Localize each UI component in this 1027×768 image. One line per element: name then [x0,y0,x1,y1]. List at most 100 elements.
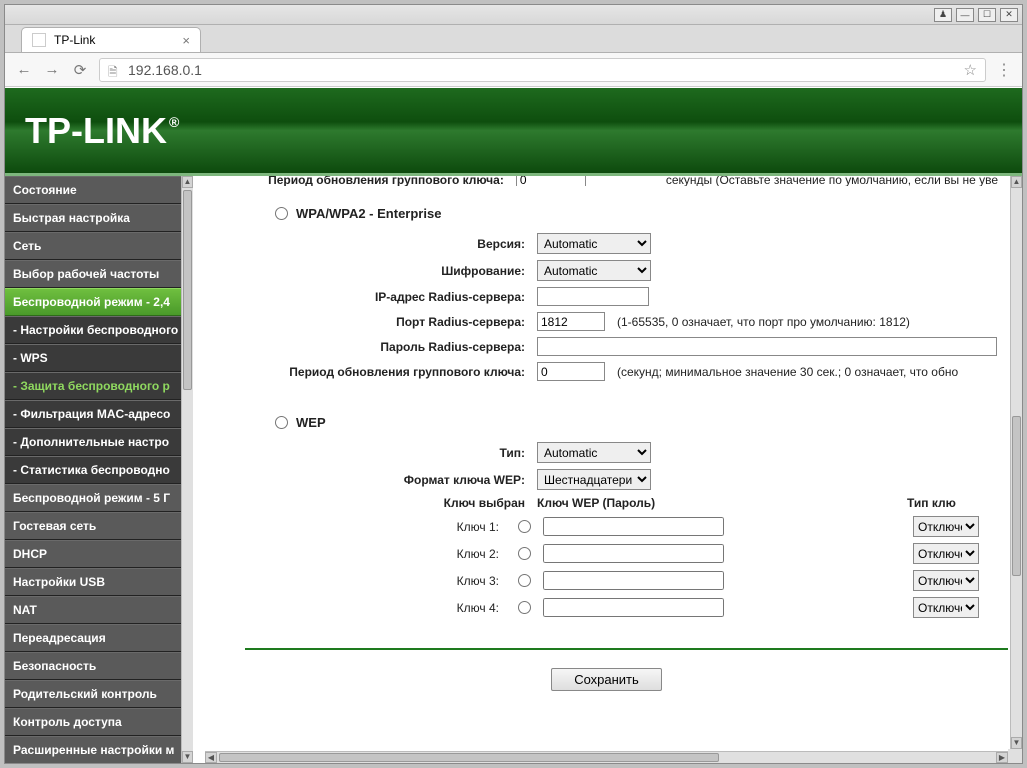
brand-text: TP-LINK [25,110,167,152]
sidebar-item[interactable]: - Статистика беспроводно [5,456,181,484]
wpa-group-label: Период обновления группового ключа: [215,365,537,379]
wep-format-select[interactable]: Шестнадцатери [537,469,651,490]
wep-header-selected: Ключ выбран [215,496,537,510]
main-vscroll-thumb[interactable] [1012,416,1021,576]
form-area: Период обновления группового ключа: секу… [205,176,1008,691]
scroll-right-icon[interactable]: ▶ [996,752,1008,763]
main-hscroll-thumb[interactable] [219,753,719,762]
url-bar: ← → ⟳ 🗎 192.168.0.1 ☆ ⋮ [5,53,1022,87]
wep-key-radio[interactable] [518,547,531,560]
page-icon: 🗎 [108,63,122,77]
wep-key-input[interactable] [543,571,724,590]
back-button[interactable]: ← [15,61,33,79]
wep-key-type-select[interactable]: Отключе [913,570,979,591]
scroll-down-icon[interactable]: ▼ [182,751,193,763]
user-button[interactable]: ♟ [934,8,952,22]
group-key-input[interactable] [516,176,586,186]
wep-key-radio[interactable] [518,574,531,587]
sidebar-item[interactable]: Быстрая настройка [5,204,181,232]
sidebar-item[interactable]: - WPS [5,344,181,372]
wpa-enterprise-title: WPA/WPA2 - Enterprise [296,206,441,221]
scroll-up-icon[interactable]: ▲ [1011,176,1022,188]
wep-radio[interactable] [275,416,288,429]
sidebar-item[interactable]: Беспроводной режим - 5 Г [5,484,181,512]
browser-menu-icon[interactable]: ⋮ [996,60,1012,80]
wpa-version-select[interactable]: Automatic [537,233,651,254]
wep-header-key: Ключ WEP (Пароль) [537,496,907,510]
wpa-cipher-label: Шифрование: [215,264,537,278]
wep-key-input[interactable] [543,517,724,536]
wep-key-row: Ключ 1:Отключе [215,516,998,537]
wpa-enterprise-radio[interactable] [275,207,288,220]
sidebar-item[interactable]: - Настройки беспроводного [5,316,181,344]
radius-ip-input[interactable] [537,287,649,306]
sidebar-item[interactable]: Переадресация [5,624,181,652]
sidebar-scroll-thumb[interactable] [183,190,192,390]
scroll-left-icon[interactable]: ◀ [205,752,217,763]
reload-button[interactable]: ⟳ [71,61,89,79]
wep-title: WEP [296,415,326,430]
section-wpa-enterprise: WPA/WPA2 - Enterprise [275,206,998,221]
sidebar-item[interactable]: - Защита беспроводного р [5,372,181,400]
wep-key-row: Ключ 4:Отключе [215,597,998,618]
wpa-version-label: Версия: [215,237,537,251]
wep-key-label: Ключ 2: [215,547,505,561]
wep-key-type-select[interactable]: Отключе [913,543,979,564]
main-horizontal-scrollbar[interactable]: ◀ ▶ [205,751,1008,763]
main-vertical-scrollbar[interactable]: ▲ ▼ [1010,176,1022,749]
sidebar-item[interactable]: Беспроводной режим - 2,4 [5,288,181,316]
forward-button[interactable]: → [43,61,61,79]
sidebar-item[interactable]: Контроль доступа [5,708,181,736]
registered-icon: ® [169,114,179,130]
wpa-group-hint: (секунд; минимальное значение 30 сек.; 0… [617,365,958,379]
sidebar-item[interactable]: Гостевая сеть [5,512,181,540]
sidebar-item[interactable]: NAT [5,596,181,624]
address-input[interactable]: 🗎 192.168.0.1 ☆ [99,58,986,82]
group-key-label: Период обновления группового ключа: [215,176,516,186]
minimize-button[interactable]: — [956,8,974,22]
sidebar-item[interactable]: Безопасность [5,652,181,680]
brand-bar: TP-LINK ® [5,88,1022,176]
wep-key-type-select[interactable]: Отключе [913,516,979,537]
scroll-down-icon[interactable]: ▼ [1011,737,1022,749]
sidebar-wrap: СостояниеБыстрая настройкаСетьВыбор рабо… [5,176,193,763]
save-button[interactable]: Сохранить [551,668,662,691]
sidebar-item[interactable]: Выбор рабочей частоты [5,260,181,288]
wep-type-select[interactable]: Automatic [537,442,651,463]
wep-key-input[interactable] [543,544,724,563]
maximize-button[interactable]: ☐ [978,8,996,22]
close-window-button[interactable]: ✕ [1000,8,1018,22]
sidebar-scrollbar[interactable]: ▲ ▼ [181,176,193,763]
sidebar-item[interactable]: Настройки USB [5,568,181,596]
radius-pass-input[interactable] [537,337,997,356]
radius-port-input[interactable] [537,312,605,331]
sidebar-item[interactable]: Родительский контроль [5,680,181,708]
wep-key-input[interactable] [543,598,724,617]
radius-pass-label: Пароль Radius-сервера: [215,340,537,354]
bookmark-icon[interactable]: ☆ [964,61,977,79]
wep-key-radio[interactable] [518,520,531,533]
titlebar: ♟ — ☐ ✕ [5,5,1022,25]
tab-close-icon[interactable]: × [182,33,190,48]
wep-key-type-select[interactable]: Отключе [913,597,979,618]
sidebar-item[interactable]: - Дополнительные настро [5,428,181,456]
sidebar-item[interactable]: DHCP [5,540,181,568]
browser-tab[interactable]: TP-Link × [21,27,201,52]
wep-format-label: Формат ключа WEP: [215,473,537,487]
sidebar-item[interactable]: - Фильтрация MAC-адресо [5,400,181,428]
wep-key-radio[interactable] [518,601,531,614]
radius-port-label: Порт Radius-сервера: [215,315,537,329]
wpa-group-input[interactable] [537,362,605,381]
sidebar-item[interactable]: Состояние [5,176,181,204]
scroll-up-icon[interactable]: ▲ [182,176,193,188]
sidebar-item[interactable]: Расширенные настройки м [5,736,181,763]
group-key-hint: секунды (Оставьте значение по умолчанию,… [666,176,998,186]
tab-title: TP-Link [54,33,95,47]
wep-key-label: Ключ 3: [215,574,505,588]
radius-port-hint: (1-65535, 0 означает, что порт про умолч… [617,315,910,329]
wpa-cipher-select[interactable]: Automatic [537,260,651,281]
wep-keys-container: Ключ 1:Отключе Ключ 2: Отключе Ключ 3: Отклю… [215,516,998,618]
sidebar-item[interactable]: Сеть [5,232,181,260]
page-body: СостояниеБыстрая настройкаСетьВыбор рабо… [5,176,1022,763]
wep-key-header: Ключ выбран Ключ WEP (Пароль) Тип клю [215,496,998,510]
